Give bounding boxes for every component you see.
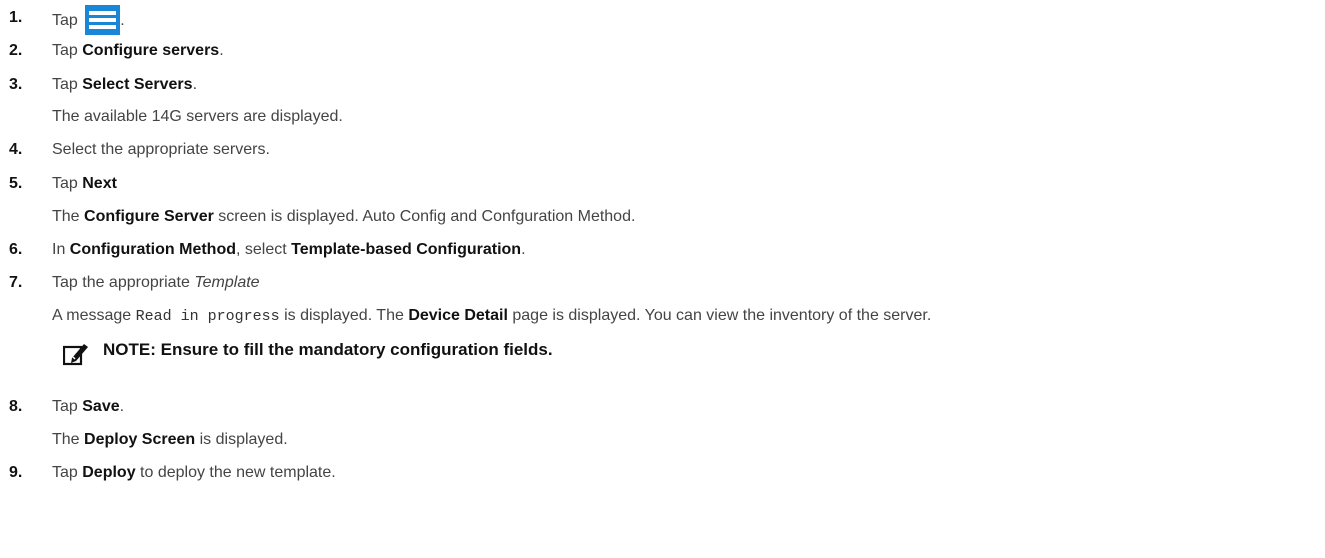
ui-term: Template-based Configuration — [291, 241, 522, 258]
step-text: Tap Save. — [52, 398, 125, 415]
step-text: Tap the appropriate Template — [52, 274, 260, 291]
step-text: In Configuration Method, select Template… — [52, 241, 526, 258]
step-result: A message Read in progress is displayed.… — [52, 307, 932, 325]
step-text: Tap Deploy to deploy the new template. — [52, 464, 336, 481]
pencil-note-icon — [63, 344, 88, 366]
ui-term: Template — [194, 274, 260, 291]
step-result: The available 14G servers are displayed. — [52, 108, 343, 125]
step-text: Select the appropriate servers. — [52, 141, 270, 158]
step-number: 2. — [9, 42, 23, 59]
hamburger-menu-icon — [85, 5, 121, 35]
ui-term: Deploy — [82, 464, 136, 481]
step-text: Tap Next — [52, 175, 117, 192]
ui-term: Configuration Method — [69, 241, 236, 258]
step-text: Tap Select Servers. — [52, 76, 198, 93]
ui-term: Select Servers — [82, 76, 193, 93]
ui-term: Deploy Screen — [84, 431, 196, 448]
ui-term: Configure Server — [84, 208, 214, 225]
step-number: 5. — [9, 175, 23, 192]
step-number: 9. — [9, 464, 23, 481]
step-number: 3. — [9, 76, 23, 93]
step-number: 8. — [9, 398, 23, 415]
step-text: Tap . — [52, 5, 125, 35]
step-number: 1. — [9, 9, 23, 26]
code-text: Read in progress — [135, 308, 280, 325]
ui-term: Device Detail — [408, 307, 508, 324]
step-number: 7. — [9, 274, 23, 291]
ui-term: Save — [82, 398, 120, 415]
note-text: NOTE: Ensure to fill the mandatory confi… — [103, 340, 553, 359]
ui-term: Configure servers — [82, 42, 220, 59]
step-result: The Configure Server screen is displayed… — [52, 208, 636, 225]
step-result: The Deploy Screen is displayed. — [52, 431, 288, 448]
ui-term: Next — [82, 175, 117, 192]
step-number: 6. — [9, 241, 23, 258]
step-number: 4. — [9, 141, 23, 158]
step-text: Tap Configure servers. — [52, 42, 224, 59]
